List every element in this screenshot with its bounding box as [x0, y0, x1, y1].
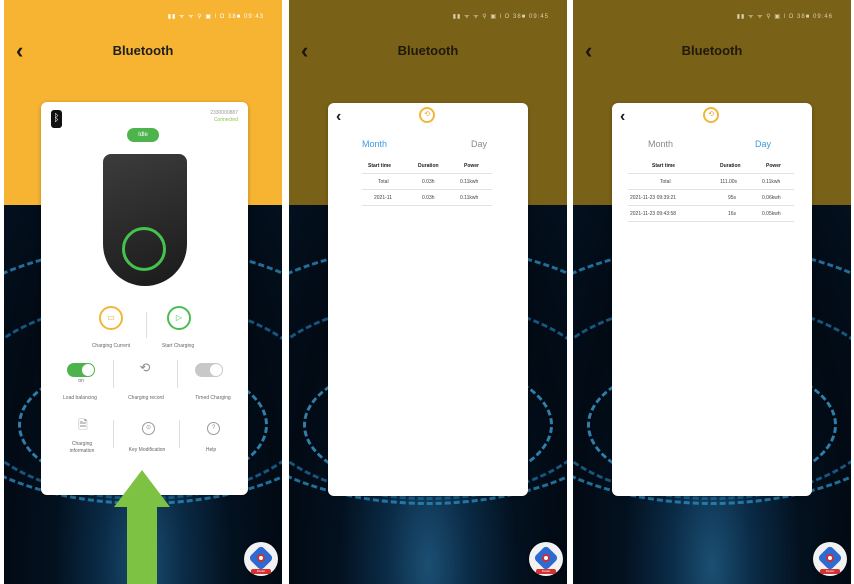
charging-record-icon: ⟲	[419, 107, 435, 123]
table-row: 2021-11 0.03h 0.11kwh	[362, 190, 492, 206]
records-table: Start time Duration Power Total 111.00s …	[628, 158, 794, 222]
period-tabs: Month Day	[328, 139, 528, 153]
device-info: 2330000887 Connected	[210, 110, 238, 124]
table-row: 2021-11-23 09:39:21 95s 0.06kwh	[628, 190, 794, 206]
divider	[177, 360, 178, 388]
divider	[113, 420, 114, 448]
table-row: Total 0.03h 0.11kwh	[362, 174, 492, 190]
records-panel: ‹ ⟲ Month Day Start time Duration Power …	[612, 103, 812, 496]
table-row: Total 111.00s 0.11kwh	[628, 174, 794, 190]
period-tabs: Month Day	[612, 139, 812, 153]
bluetooth-icon: ᛒ	[51, 110, 62, 128]
page-title: Bluetooth	[681, 43, 743, 58]
phone-screen-main: ▮▮ ᯤ ᯤ ⚲ ▣ Ɩ O 38■ 09:43 ‹ Bluetooth ᛒ 2…	[4, 0, 282, 584]
charging-current-label[interactable]: Charging Current	[81, 343, 141, 350]
records-panel: ‹ ⟲ Month Day Start time Duration Power …	[328, 103, 528, 496]
page-title: Bluetooth	[397, 43, 459, 58]
divider	[146, 312, 147, 338]
table-header: Start time Duration Power	[628, 158, 794, 174]
start-charging-icon[interactable]: ▷	[167, 306, 191, 330]
header-duration: Duration	[418, 163, 439, 169]
badge-dot-icon	[826, 554, 834, 562]
charging-information-label[interactable]: Charging information	[61, 441, 103, 455]
cell-power: 0.11kwh	[762, 179, 781, 185]
key-modification-label[interactable]: Key Modification	[115, 447, 179, 454]
cell-duration: 111.00s	[720, 179, 738, 185]
arrow-shaft	[127, 505, 157, 584]
tab-day[interactable]: Day	[755, 139, 771, 149]
cell-duration: 0.03h	[422, 195, 435, 201]
header-start-time: Start time	[652, 163, 676, 169]
status-bar: ▮▮ ᯤ ᯤ ⚲ ▣ Ɩ O 38■ 09:43	[167, 14, 264, 20]
timed-charging-label[interactable]: Timed Charging	[178, 395, 248, 402]
cell-power: 0.05kwh	[762, 211, 781, 217]
cell-duration: 0.03h	[422, 179, 435, 185]
page-title: Bluetooth	[112, 43, 174, 58]
help-label[interactable]: Help	[186, 447, 236, 454]
header-power: Power	[464, 163, 480, 169]
panel-back-button[interactable]: ‹	[336, 108, 341, 126]
timed-charging-toggle[interactable]	[195, 363, 223, 377]
connection-status: Connected	[213, 117, 238, 123]
header-duration: Duration	[720, 163, 741, 169]
tab-day[interactable]: Day	[471, 139, 487, 149]
serial-number: 2330000887	[210, 110, 238, 116]
charging-record-icon: ⟲	[703, 107, 719, 123]
flutter-badge: Flutter	[529, 542, 563, 576]
divider	[113, 360, 114, 388]
toggle-state: on	[78, 378, 84, 384]
cell-start-time: 2021-11	[374, 195, 392, 201]
phone-screen-month: ▮▮ ᯤ ᯤ ⚲ ▣ Ɩ O 38■ 09:45 ‹ Bluetooth ‹ ⟲…	[289, 0, 567, 584]
toggle-knob	[82, 364, 94, 376]
cell-start-time: 2021-11-23 09:39:21	[630, 195, 677, 201]
tab-month[interactable]: Month	[648, 139, 673, 149]
badge-dot-icon	[542, 554, 550, 562]
arrow-up-icon	[114, 470, 170, 507]
load-balancing-label[interactable]: Load balancing	[49, 395, 111, 402]
status-bar: ▮▮ ᯤ ᯤ ⚲ ▣ Ɩ O 38■ 09:45	[452, 14, 549, 20]
records-table: Start time Duration Power Total 0.03h 0.…	[362, 158, 492, 206]
cell-duration: 16s	[728, 211, 737, 217]
toggle-knob	[210, 364, 222, 376]
badge-label: Flutter	[251, 569, 271, 574]
table-header: Start time Duration Power	[362, 158, 492, 174]
header-power: Power	[766, 163, 782, 169]
status-bar: ▮▮ ᯤ ᯤ ⚲ ▣ Ɩ O 38■ 09:46	[736, 14, 833, 20]
cell-duration: 95s	[728, 195, 737, 201]
cell-power: 0.06kwh	[762, 195, 781, 201]
charger-ring-icon	[122, 227, 166, 271]
badge-label: Flutter	[536, 569, 556, 574]
document-icon[interactable]: 🗎	[73, 416, 93, 437]
cell-start-time: Total	[660, 179, 671, 185]
cell-start-time: 2021-11-23 09:43:58	[630, 211, 677, 217]
charger-panel: ᛒ 2330000887 Connected Idle ▭ ▷ Charging…	[41, 102, 248, 495]
divider	[179, 420, 180, 448]
key-icon[interactable]: ⊙	[142, 422, 155, 435]
cell-power: 0.11kwh	[460, 195, 479, 201]
charger-image	[103, 154, 187, 286]
state-badge: Idle	[127, 128, 159, 142]
badge-label: Flutter	[820, 569, 840, 574]
phone-screen-day: ▮▮ ᯤ ᯤ ⚲ ▣ Ɩ O 38■ 09:46 ‹ Bluetooth ‹ ⟲…	[573, 0, 851, 584]
load-balancing-toggle[interactable]	[67, 363, 95, 377]
flutter-badge: Flutter	[244, 542, 278, 576]
tab-month[interactable]: Month	[362, 139, 387, 149]
flutter-badge: Flutter	[813, 542, 847, 576]
table-row: 2021-11-23 09:43:58 16s 0.05kwh	[628, 206, 794, 222]
cell-start-time: Total	[378, 179, 389, 185]
charging-record-label[interactable]: Charging record	[115, 395, 177, 402]
badge-dot-icon	[257, 554, 265, 562]
panel-back-button[interactable]: ‹	[620, 108, 625, 126]
help-icon[interactable]: ?	[207, 422, 220, 435]
start-charging-label[interactable]: Start Charging	[148, 343, 208, 350]
charging-current-icon[interactable]: ▭	[99, 306, 123, 330]
charging-record-icon[interactable]: ⟲	[132, 360, 158, 376]
cell-power: 0.11kwh	[460, 179, 479, 185]
header-start-time: Start time	[368, 163, 392, 169]
